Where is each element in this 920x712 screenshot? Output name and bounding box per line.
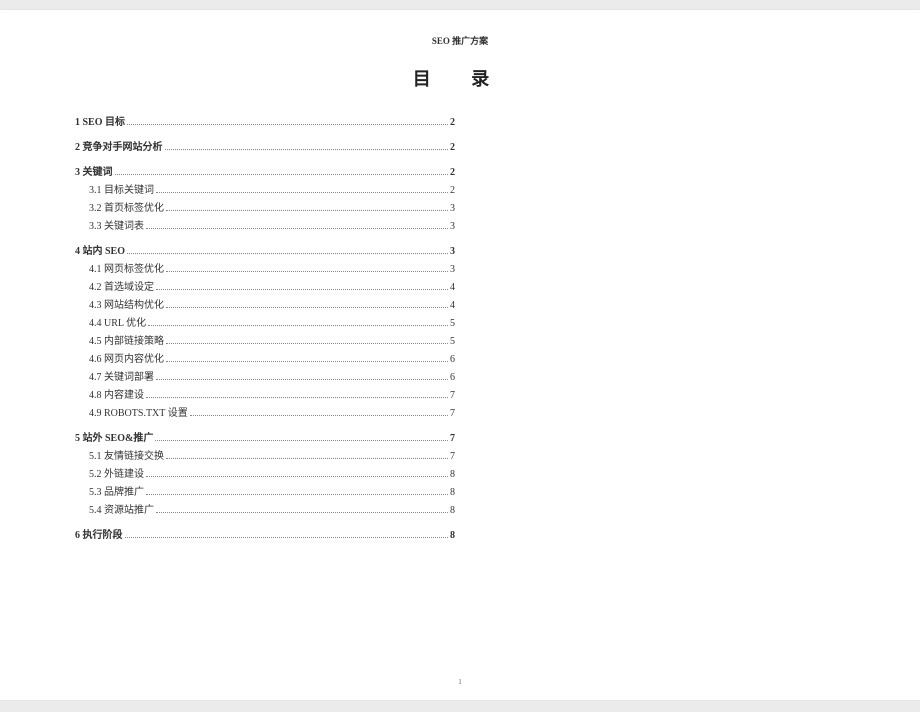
toc-entry-label: 3.3 关键词表 xyxy=(89,221,144,232)
toc-leader-dots xyxy=(156,506,448,514)
toc-entry: 4.8 内容建设 7 xyxy=(75,390,455,401)
table-of-contents: 1 SEO 目标 2 2 竞争对手网站分析 2 3 关键词 2 3.1 目标关键词 2 3.2 … xyxy=(75,117,455,541)
toc-entry: 6 执行阶段 8 xyxy=(75,530,455,541)
toc-entry: 5.1 友情链接交换 7 xyxy=(75,451,455,462)
toc-entry-page: 2 xyxy=(450,167,455,178)
toc-leader-dots xyxy=(165,143,449,151)
toc-entry-label: 3 关键词 xyxy=(75,167,113,178)
toc-heading: 目 录 xyxy=(75,65,845,91)
toc-entry-page: 5 xyxy=(450,318,455,329)
toc-entry: 5.2 外链建设 8 xyxy=(75,469,455,480)
toc-entry-page: 7 xyxy=(450,390,455,401)
toc-leader-dots xyxy=(166,265,448,273)
toc-entry-label: 4.2 首选域设定 xyxy=(89,282,154,293)
toc-entry-label: 3.2 首页标签优化 xyxy=(89,203,164,214)
toc-leader-dots xyxy=(146,470,448,478)
toc-entry-label: 5.3 品牌推广 xyxy=(89,487,144,498)
toc-entry: 3 关键词 2 xyxy=(75,167,455,178)
toc-entry-page: 4 xyxy=(450,300,455,311)
toc-leader-dots xyxy=(155,434,448,442)
toc-entry: 4.4 URL 优化 5 xyxy=(75,318,455,329)
toc-entry-page: 7 xyxy=(450,408,455,419)
toc-leader-dots xyxy=(166,355,448,363)
toc-entry: 4.9 ROBOTS.TXT 设置 7 xyxy=(75,408,455,419)
toc-leader-dots xyxy=(146,488,448,496)
toc-entry: 5.4 资源站推广 8 xyxy=(75,505,455,516)
toc-leader-dots xyxy=(148,319,448,327)
toc-entry-page: 8 xyxy=(450,505,455,516)
toc-entry-page: 8 xyxy=(450,530,455,541)
page-number: 1 xyxy=(458,678,462,686)
toc-entry: 4 站内 SEO 3 xyxy=(75,246,455,257)
toc-entry-label: 4.7 关键词部署 xyxy=(89,372,154,383)
toc-entry-label: 3.1 目标关键词 xyxy=(89,185,154,196)
toc-entry: 1 SEO 目标 2 xyxy=(75,117,455,128)
toc-entry-label: 5 站外 SEO&推广 xyxy=(75,433,153,444)
toc-entry: 2 竞争对手网站分析 2 xyxy=(75,142,455,153)
toc-entry-page: 3 xyxy=(450,264,455,275)
toc-entry-page: 7 xyxy=(450,433,455,444)
toc-entry-page: 7 xyxy=(450,451,455,462)
toc-entry: 3.2 首页标签优化 3 xyxy=(75,203,455,214)
toc-entry-label: 4.8 内容建设 xyxy=(89,390,144,401)
toc-entry-page: 2 xyxy=(450,185,455,196)
toc-entry: 4.6 网页内容优化 6 xyxy=(75,354,455,365)
toc-entry-page: 2 xyxy=(450,142,455,153)
toc-entry-label: 4.1 网页标签优化 xyxy=(89,264,164,275)
toc-entry-label: 4.5 内部链接策略 xyxy=(89,336,164,347)
toc-entry-page: 6 xyxy=(450,372,455,383)
toc-entry-label: 1 SEO 目标 xyxy=(75,117,125,128)
toc-entry: 4.3 网站结构优化 4 xyxy=(75,300,455,311)
toc-entry-label: 5.2 外链建设 xyxy=(89,469,144,480)
toc-leader-dots xyxy=(115,168,449,176)
toc-entry: 3.1 目标关键词 2 xyxy=(75,185,455,196)
toc-leader-dots xyxy=(146,391,448,399)
document-page: SEO 推广方案 目 录 1 SEO 目标22 竞争对手网站分析23 关键词23… xyxy=(0,10,920,700)
toc-entry-label: 4.4 URL 优化 xyxy=(89,318,146,329)
toc-leader-dots xyxy=(125,531,449,539)
toc-entry-label: 5.4 资源站推广 xyxy=(89,505,154,516)
toc-entry: 4.1 网页标签优化 3 xyxy=(75,264,455,275)
toc-entry-page: 3 xyxy=(450,221,455,232)
toc-entry-page: 4 xyxy=(450,282,455,293)
document-title: SEO 推广方案 xyxy=(75,34,845,47)
toc-entry: 4.5 内部链接策略 5 xyxy=(75,336,455,347)
toc-entry-label: 4 站内 SEO xyxy=(75,246,125,257)
toc-leader-dots xyxy=(127,247,448,255)
toc-entry-page: 8 xyxy=(450,487,455,498)
toc-entry-page: 2 xyxy=(450,117,455,128)
toc-entry-page: 8 xyxy=(450,469,455,480)
toc-entry: 4.7 关键词部署 6 xyxy=(75,372,455,383)
toc-leader-dots xyxy=(127,118,448,126)
toc-entry-page: 3 xyxy=(450,203,455,214)
toc-leader-dots xyxy=(190,409,448,417)
toc-leader-dots xyxy=(166,337,448,345)
toc-entry: 5.3 品牌推广 8 xyxy=(75,487,455,498)
toc-entry: 5 站外 SEO&推广 7 xyxy=(75,433,455,444)
toc-entry-page: 6 xyxy=(450,354,455,365)
toc-leader-dots xyxy=(166,452,448,460)
toc-entry-label: 4.6 网页内容优化 xyxy=(89,354,164,365)
toc-entry: 4.2 首选域设定 4 xyxy=(75,282,455,293)
toc-leader-dots xyxy=(166,301,448,309)
toc-entry-page: 5 xyxy=(450,336,455,347)
toc-entry-label: 5.1 友情链接交换 xyxy=(89,451,164,462)
toc-leader-dots xyxy=(146,222,448,230)
toc-entry-page: 3 xyxy=(450,246,455,257)
toc-leader-dots xyxy=(156,283,448,291)
toc-leader-dots xyxy=(166,204,448,212)
toc-leader-dots xyxy=(156,373,448,381)
toc-entry-label: 4.3 网站结构优化 xyxy=(89,300,164,311)
toc-entry-label: 4.9 ROBOTS.TXT 设置 xyxy=(89,408,188,419)
toc-entry: 3.3 关键词表 3 xyxy=(75,221,455,232)
toc-leader-dots xyxy=(156,186,448,194)
toc-entry-label: 2 竞争对手网站分析 xyxy=(75,142,163,153)
toc-entry-label: 6 执行阶段 xyxy=(75,530,123,541)
